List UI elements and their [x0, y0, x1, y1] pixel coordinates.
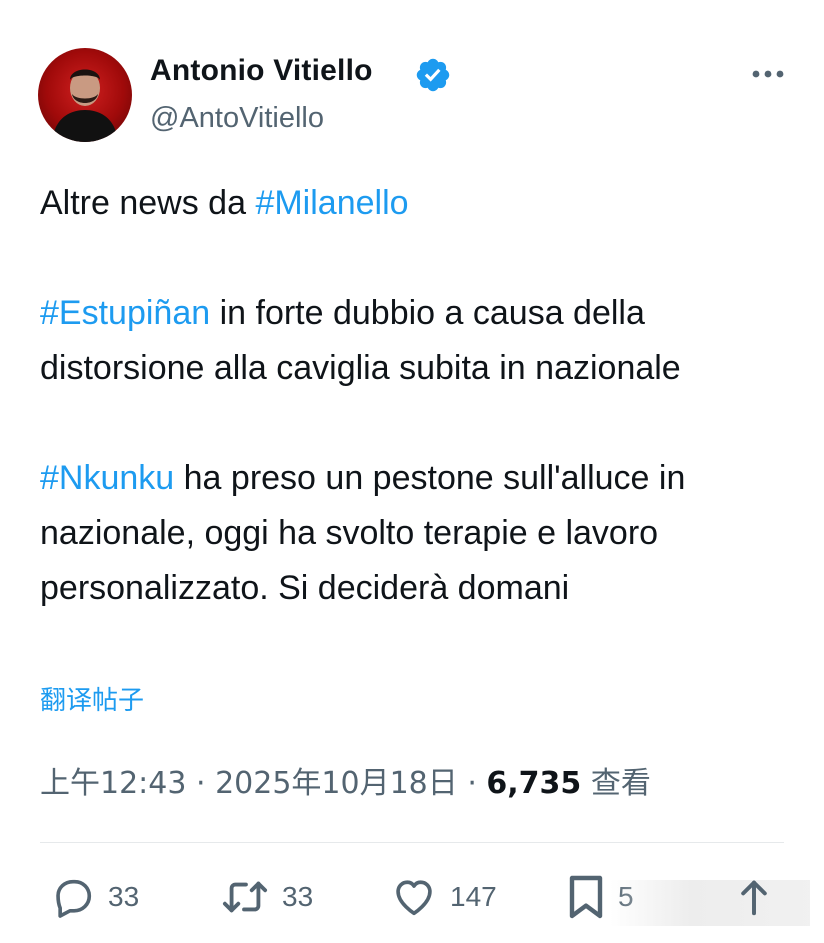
- tweet-metadata: 上午12:43 · 2025年10月18日 · 6,735 查看: [40, 758, 651, 802]
- reply-count: 33: [108, 881, 140, 912]
- views-count: 6,735: [486, 766, 582, 801]
- meta-separator: ·: [186, 766, 216, 801]
- avatar-portrait-icon: [52, 69, 118, 142]
- like-count: 147: [450, 881, 497, 912]
- author-handle[interactable]: @AntoVitiello: [150, 102, 324, 135]
- verified-badge-icon: [416, 58, 450, 92]
- post-date[interactable]: 2025年10月18日: [215, 766, 458, 801]
- hashtag-nkunku[interactable]: #Nkunku: [40, 459, 174, 497]
- share-icon: [741, 880, 767, 916]
- like-button[interactable]: 147: [390, 872, 497, 922]
- share-button[interactable]: [736, 872, 772, 922]
- tweet-body: Altre news da #Milanello #Estupiñan in f…: [40, 176, 810, 616]
- views-label: 查看: [581, 766, 651, 801]
- heart-icon: [396, 880, 432, 916]
- avatar[interactable]: [38, 48, 132, 142]
- post-time[interactable]: 上午12:43: [40, 766, 186, 801]
- divider: [40, 842, 784, 843]
- hashtag-estupinan[interactable]: #Estupiñan: [40, 294, 210, 332]
- hashtag-milanello[interactable]: #Milanello: [255, 184, 408, 222]
- repost-button[interactable]: 33: [220, 872, 313, 922]
- reply-icon: [56, 879, 92, 918]
- tweet-paragraph-3: #Nkunku ha preso un pestone sull'alluce …: [40, 451, 810, 616]
- author-display-name[interactable]: Antonio Vitiello: [150, 54, 373, 88]
- reply-button[interactable]: 33: [50, 872, 139, 922]
- meta-separator: ·: [457, 766, 487, 801]
- tweet-text-segment: Altre news da: [40, 184, 256, 222]
- tweet-paragraph-2: #Estupiñan in forte dubbio a causa della…: [40, 286, 810, 396]
- repost-count: 33: [282, 881, 314, 912]
- more-options-icon[interactable]: [748, 64, 788, 84]
- tweet-line-1: Altre news da #Milanello: [40, 176, 810, 231]
- watermark-overlay: [610, 880, 810, 926]
- translate-post-link[interactable]: 翻译帖子: [40, 680, 144, 717]
- bookmark-icon: [569, 875, 603, 919]
- repost-icon: [222, 881, 268, 913]
